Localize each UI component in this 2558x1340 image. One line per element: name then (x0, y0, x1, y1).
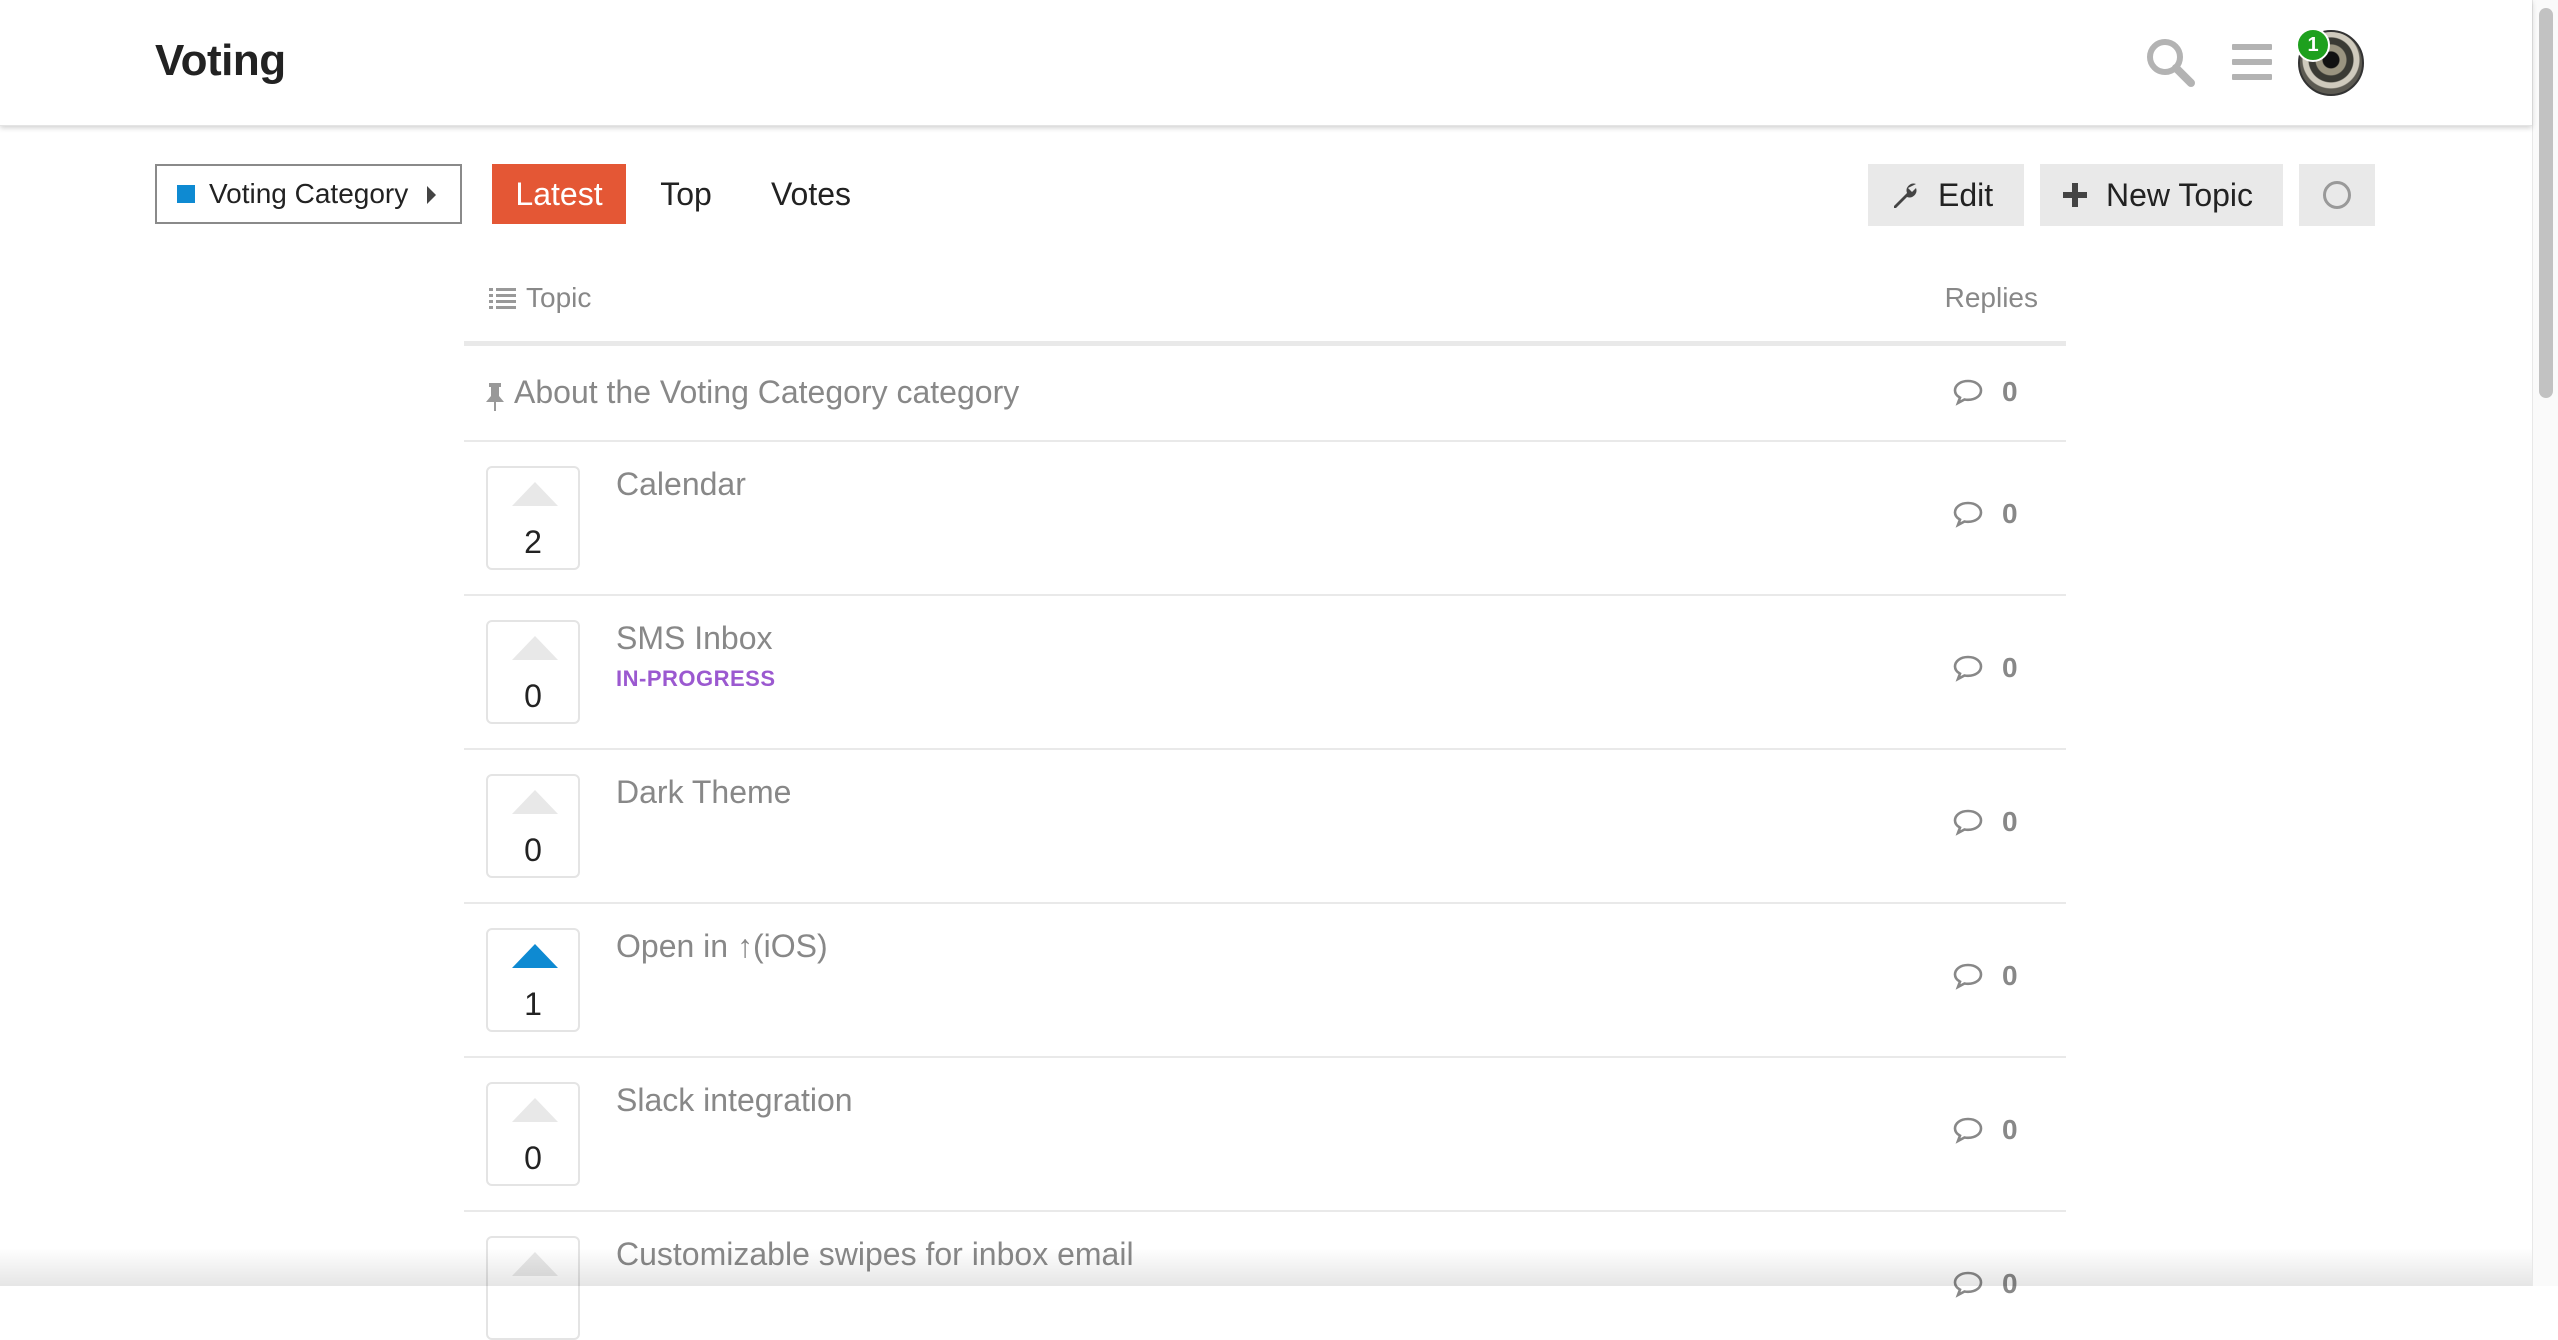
topic-row: 0 Dark Theme 0 (464, 750, 2066, 904)
upvote-arrow-icon (512, 482, 558, 506)
topic-title[interactable]: Open in ↑(iOS) (616, 928, 828, 965)
speech-bubble-icon (1953, 379, 1983, 406)
edit-category-button[interactable]: Edit (1868, 164, 2024, 226)
vote-count: 1 (524, 986, 542, 1022)
topic-title[interactable]: SMS Inbox (616, 620, 773, 657)
speech-bubble-icon (1953, 1271, 1983, 1298)
speech-bubble-icon (1953, 655, 1983, 682)
plus-icon (2063, 183, 2087, 207)
topic-row: Customizable swipes for inbox email 0 (464, 1212, 2066, 1340)
reply-count: 0 (1952, 376, 2018, 408)
reply-count: 0 (1952, 652, 2018, 684)
topic-row: 1 Open in ↑(iOS) 0 (464, 904, 2066, 1058)
notification-level-button[interactable] (2299, 164, 2375, 226)
upvote-arrow-icon (512, 790, 558, 814)
vote-button[interactable]: 1 (486, 928, 580, 1032)
vote-count: 0 (524, 678, 542, 714)
vote-button[interactable]: 0 (486, 1082, 580, 1186)
vote-button[interactable]: 2 (486, 466, 580, 570)
category-dropdown-label: Voting Category (209, 178, 409, 209)
reply-count: 0 (1952, 806, 2018, 838)
notification-badge: 1 (2296, 28, 2330, 62)
topic-row-pinned: About the Voting Category category 0 (464, 346, 2066, 442)
topic-status-tag[interactable]: IN-PROGRESS (616, 666, 776, 692)
search-icon[interactable] (2142, 34, 2198, 90)
user-avatar-button[interactable]: 1 (2296, 28, 2366, 98)
topic-title[interactable]: Calendar (616, 466, 746, 503)
vote-count: 0 (524, 1140, 542, 1176)
caret-right-icon (427, 186, 436, 204)
topic-row: 0 Slack integration 0 (464, 1058, 2066, 1212)
category-color-swatch (177, 185, 195, 203)
site-header: Voting 1 (0, 0, 2532, 126)
site-title[interactable]: Voting (155, 36, 286, 86)
topic-row: 2 Calendar 0 (464, 442, 2066, 596)
hamburger-menu-icon[interactable] (2224, 34, 2280, 90)
upvote-arrow-icon (512, 1098, 558, 1122)
scrollbar-thumb[interactable] (2539, 8, 2553, 398)
tab-latest[interactable]: Latest (492, 164, 626, 224)
circle-icon (2323, 181, 2351, 209)
tab-top[interactable]: Top (646, 164, 726, 224)
topic-title[interactable]: About the Voting Category category (514, 374, 1019, 411)
column-header-replies[interactable]: Replies (1945, 282, 2038, 314)
wrench-icon (1894, 183, 1917, 208)
column-header-topic-label: Topic (526, 282, 592, 313)
upvote-arrow-icon (512, 944, 558, 968)
category-dropdown[interactable]: Voting Category (155, 164, 462, 224)
upvote-arrow-icon (512, 636, 558, 660)
upvote-arrow-icon (512, 1252, 558, 1276)
speech-bubble-icon (1953, 809, 1983, 836)
list-icon (489, 288, 516, 309)
pin-icon (486, 383, 504, 411)
reply-count: 0 (1952, 1268, 2018, 1300)
vote-button[interactable]: 0 (486, 774, 580, 878)
new-topic-button-label: New Topic (2106, 176, 2254, 213)
vote-count: 0 (524, 832, 542, 868)
speech-bubble-icon (1953, 963, 1983, 990)
reply-count: 0 (1952, 498, 2018, 530)
page-scrollbar[interactable] (2532, 0, 2558, 1286)
new-topic-button[interactable]: New Topic (2040, 164, 2283, 226)
topic-list-header: Topic Replies (464, 270, 2066, 346)
speech-bubble-icon (1953, 1117, 1983, 1144)
edit-button-label: Edit (1938, 176, 1994, 213)
column-header-topic[interactable]: Topic (488, 282, 591, 314)
reply-count: 0 (1952, 960, 2018, 992)
speech-bubble-icon (1953, 501, 1983, 528)
vote-button[interactable] (486, 1236, 580, 1340)
vote-count: 2 (524, 524, 542, 560)
tab-votes[interactable]: Votes (758, 164, 864, 224)
topic-title[interactable]: Slack integration (616, 1082, 853, 1119)
vote-button[interactable]: 0 (486, 620, 580, 724)
reply-count: 0 (1952, 1114, 2018, 1146)
topic-row: 0 SMS Inbox IN-PROGRESS 0 (464, 596, 2066, 750)
topic-title[interactable]: Customizable swipes for inbox email (616, 1236, 1134, 1273)
topic-title[interactable]: Dark Theme (616, 774, 791, 811)
